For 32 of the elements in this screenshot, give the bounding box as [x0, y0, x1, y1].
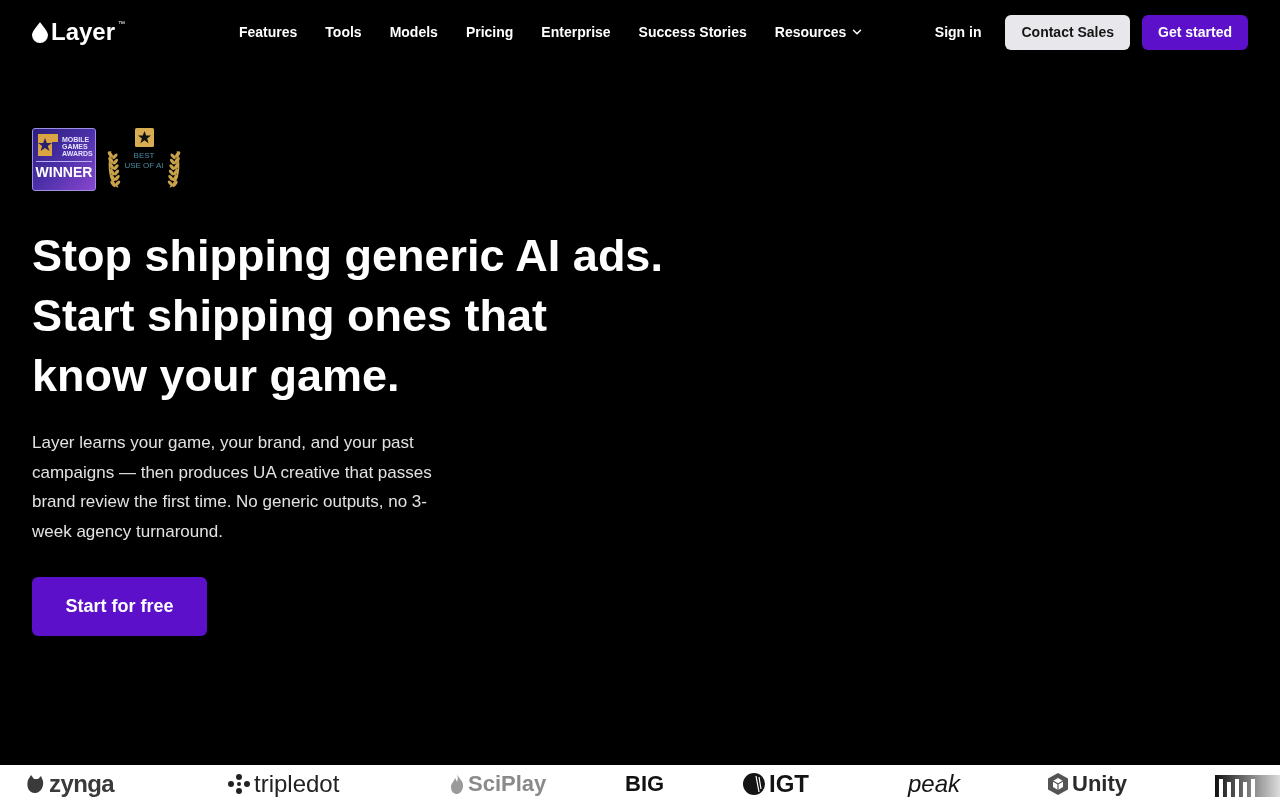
nav-link[interactable]: Models	[389, 21, 438, 43]
nav-link[interactable]: Tools	[325, 21, 362, 43]
company-logo: zynga	[49, 771, 115, 797]
company-logo: SciPlay	[468, 771, 547, 797]
brand-name: Layer	[51, 18, 116, 46]
sign-in-link[interactable]: Sign in	[934, 21, 982, 43]
animal-head-icon	[25, 774, 45, 794]
get-started-button[interactable]: Get started	[1142, 14, 1248, 50]
dots-icon	[228, 774, 250, 794]
hero-description: Layer learns your game, your brand, and your past campaigns — then produces UA creative that passes brand review the first time. No generic outputs, no 3-week agency turnaround.	[32, 432, 433, 543]
hero-headline: Stop shipping generic AI ads. Start shipping ones that know your game.	[32, 229, 663, 403]
drop-icon	[32, 21, 48, 43]
start-for-free-button[interactable]: Start for free	[32, 577, 207, 636]
striped-circle-icon	[743, 773, 765, 795]
contact-sales-button[interactable]: Contact Sales	[1005, 14, 1131, 50]
badge-text: BEST	[133, 151, 155, 161]
company-logo: IGT	[769, 771, 809, 797]
company-logo: Unity	[1072, 771, 1127, 797]
nav-link[interactable]: Success Stories	[638, 21, 747, 43]
cube-icon	[1048, 773, 1068, 795]
badge-text: USE OF AI	[124, 161, 164, 171]
nav-link[interactable]: Pricing	[465, 21, 514, 43]
nav-link[interactable]: Features	[239, 21, 298, 43]
flame-icon	[450, 774, 464, 794]
nav-link[interactable]: Enterprise	[541, 21, 611, 43]
nav-link[interactable]: Resources	[774, 21, 865, 43]
company-logo: BIG	[625, 771, 665, 797]
star-logo-icon	[36, 132, 60, 158]
star-tile-icon	[134, 128, 154, 147]
company-logo: peak	[908, 771, 961, 797]
company-logo: tripledot	[254, 771, 340, 797]
badge-label: WINNER	[35, 164, 93, 180]
